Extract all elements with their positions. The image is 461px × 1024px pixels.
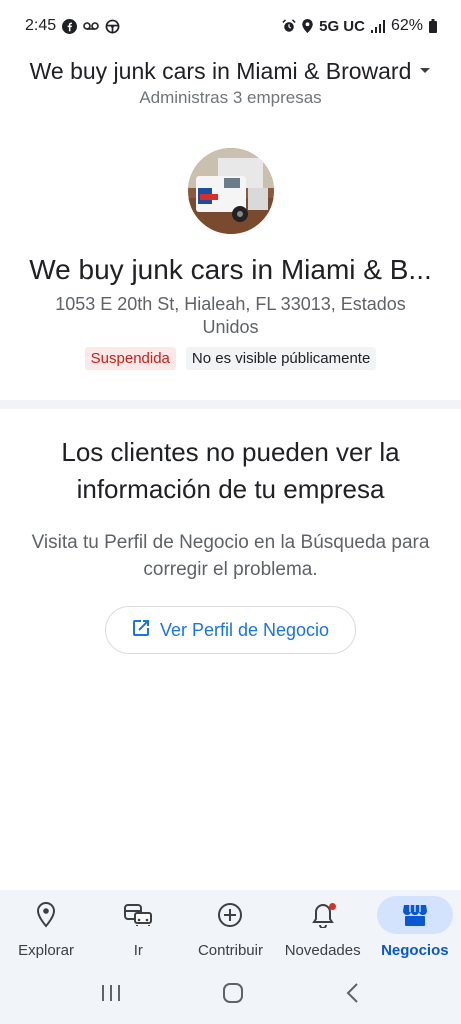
suspended-badge: Suspendida <box>84 347 176 370</box>
notification-dot <box>328 903 336 910</box>
signal-icon <box>370 19 385 33</box>
dropdown-arrow-icon <box>419 62 431 80</box>
storefront-icon <box>376 896 453 934</box>
nav-ir[interactable]: Ir <box>92 896 184 959</box>
view-business-profile-button[interactable]: Ver Perfil de Negocio <box>105 606 356 654</box>
add-circle-icon <box>192 896 268 934</box>
home-icon[interactable] <box>222 982 244 1009</box>
bell-icon <box>285 896 361 934</box>
network-type: 5G UC <box>319 17 365 35</box>
nav-novedades[interactable]: Novedades <box>277 896 369 959</box>
recent-apps-icon[interactable] <box>100 983 122 1008</box>
commute-icon <box>100 896 176 934</box>
view-business-profile-label: Ver Perfil de Negocio <box>159 619 330 640</box>
visibility-badge: No es visible públicamente <box>185 347 377 370</box>
open-external-icon <box>132 619 150 642</box>
nav-label-negocios: Negocios <box>381 942 449 959</box>
system-navigation-bar <box>0 966 461 1024</box>
header-title: We buy junk cars in Miami & Broward <box>29 57 412 84</box>
header-subtitle: Administras 3 empresas <box>139 88 322 107</box>
status-badges: Suspendida No es visible públicamente <box>0 347 461 370</box>
location-pin-icon <box>8 896 84 934</box>
account-switcher[interactable]: We buy junk cars in Miami & Broward <box>0 54 461 88</box>
nav-negocios[interactable]: Negocios <box>369 896 461 959</box>
steering-wheel-icon <box>105 19 120 34</box>
alarm-icon <box>282 19 296 33</box>
section-divider <box>0 400 461 409</box>
battery-icon <box>429 19 437 33</box>
status-left: 2:45 <box>25 17 120 35</box>
battery-percent: 62% <box>390 17 423 34</box>
nav-label-ir: Ir <box>133 942 143 959</box>
voicemail-icon <box>83 21 99 31</box>
nav-label-novedades: Novedades <box>284 942 361 959</box>
business-avatar[interactable] <box>188 148 274 234</box>
nav-contribuir[interactable]: Contribuir <box>184 896 276 959</box>
nav-explorar[interactable]: Explorar <box>0 896 92 959</box>
facebook-icon <box>62 18 78 34</box>
notice-body: Visita tu Perfil de Negocio en la Búsque… <box>31 532 430 580</box>
location-icon <box>302 19 313 33</box>
nav-label-explorar: Explorar <box>18 942 75 959</box>
status-time: 2:45 <box>25 17 57 34</box>
status-right: 5G UC 62% <box>282 17 437 35</box>
business-name: We buy junk cars in Miami & B... <box>29 254 432 285</box>
bottom-navigation: Explorar Ir Contribuir Novedades Negocio… <box>0 890 461 966</box>
business-address: 1053 E 20th St, Hialeah, FL 33013, Estad… <box>55 294 406 337</box>
nav-label-contribuir: Contribuir <box>197 942 263 959</box>
status-bar: 2:45 5G UC 62% <box>0 0 461 52</box>
back-icon[interactable] <box>345 982 361 1009</box>
notice-title: Los clientes no pueden ver la informació… <box>61 437 400 504</box>
